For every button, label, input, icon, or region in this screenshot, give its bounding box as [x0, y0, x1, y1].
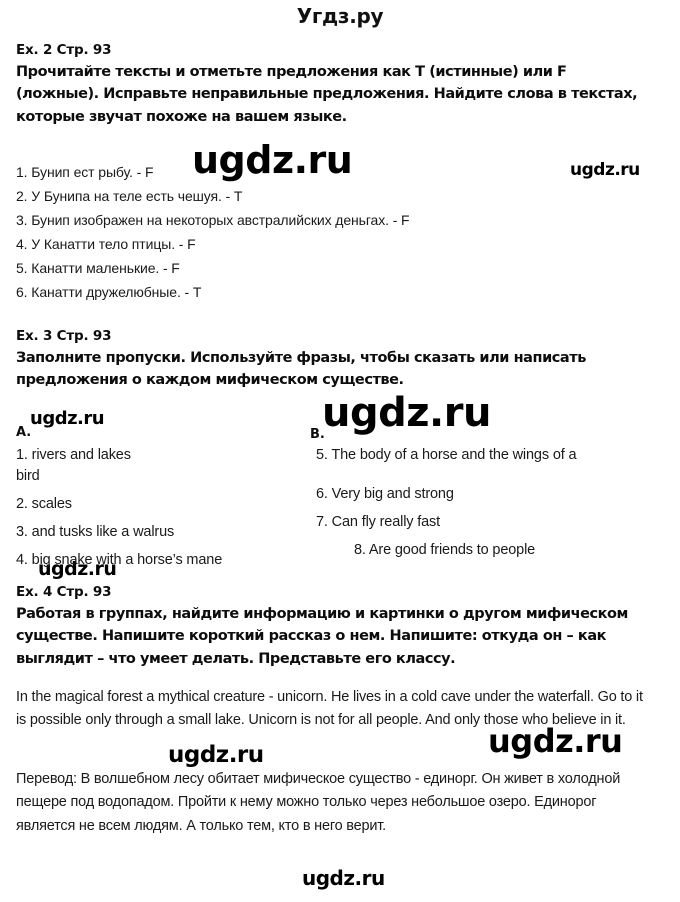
exercise-4-answer-en-block: In the magical forest a mythical creatur… — [16, 686, 664, 733]
exercise-2-task: Прочитайте тексты и отметьте предложения… — [16, 64, 638, 125]
watermark: ugdz.ru — [30, 408, 105, 429]
list-item: 3. Бунип изображен на некоторых австрали… — [16, 212, 410, 229]
list-item: 4. big snake with a horse’s mane — [16, 552, 223, 569]
exercise-3-task: Заполните пропуски. Используйте фразы, ч… — [16, 350, 586, 389]
exercise-4-answer-ru-block: Перевод: В волшебном лесу обитает мифиче… — [16, 768, 664, 838]
exercise-4-answer-en: In the magical forest a mythical creatur… — [16, 689, 643, 729]
watermark: ugdz.ru — [302, 866, 385, 890]
list-item: 6. Very big and strong — [316, 486, 454, 503]
list-item: 3. and tusks like a walrus — [16, 524, 175, 541]
list-item: 8. Are good friends to people — [354, 542, 536, 559]
exercise-4-block: Ex. 4 Стр. 93 Работая в группах, найдите… — [16, 584, 664, 670]
list-item: bird — [16, 468, 40, 485]
list-item: 1. Бунип ест рыбу. - F — [16, 164, 154, 180]
exercise-2-answer-list: 1. Бунип ест рыбу. - F 2. У Бунипа на те… — [16, 160, 664, 304]
watermark: ugdz.ru — [322, 390, 491, 436]
list-item: 2. scales — [16, 496, 72, 513]
column-b-label: B. — [310, 427, 325, 442]
column-a-list: 1. rivers and lakes bird 2. scales 3. an… — [16, 445, 316, 578]
column-a-label: A. — [16, 425, 32, 440]
exercise-3-heading: Ex. 3 Стр. 93 — [16, 328, 112, 344]
exercise-4-task: Работая в группах, найдите информацию и … — [16, 606, 628, 667]
list-item: 5. The body of a horse and the wings of … — [316, 447, 577, 463]
exercise-2-heading: Ex. 2 Стр. 93 — [16, 42, 112, 58]
column-b-list: 5. The body of a horse and the wings of … — [316, 445, 666, 568]
list-item: 7. Can fly really fast — [316, 514, 441, 531]
exercise-4-heading: Ex. 4 Стр. 93 — [16, 584, 112, 600]
list-item: 4. У Канатти тело птицы. - F — [16, 236, 196, 253]
list-item: 1. rivers and lakes — [16, 447, 131, 463]
list-item: 6. Канатти дружелюбные. - T — [16, 284, 202, 301]
page-title: Угдз.ру — [296, 4, 384, 28]
exercise-2-block: Ex. 2 Стр. 93 Прочитайте тексты и отметь… — [16, 42, 664, 128]
exercise-3-block: Ex. 3 Стр. 93 Заполните пропуски. Исполь… — [16, 328, 664, 392]
watermark: ugdz.ru — [168, 742, 264, 768]
exercise-4-answer-ru: Перевод: В волшебном лесу обитает мифиче… — [16, 771, 621, 834]
list-item: 2. У Бунипа на теле есть чешуя. - T — [16, 188, 243, 205]
worksheet-page: Угдз.ру Ex. 2 Стр. 93 Прочитайте тексты … — [0, 0, 680, 902]
list-item: 5. Канатти маленькие. - F — [16, 260, 180, 277]
